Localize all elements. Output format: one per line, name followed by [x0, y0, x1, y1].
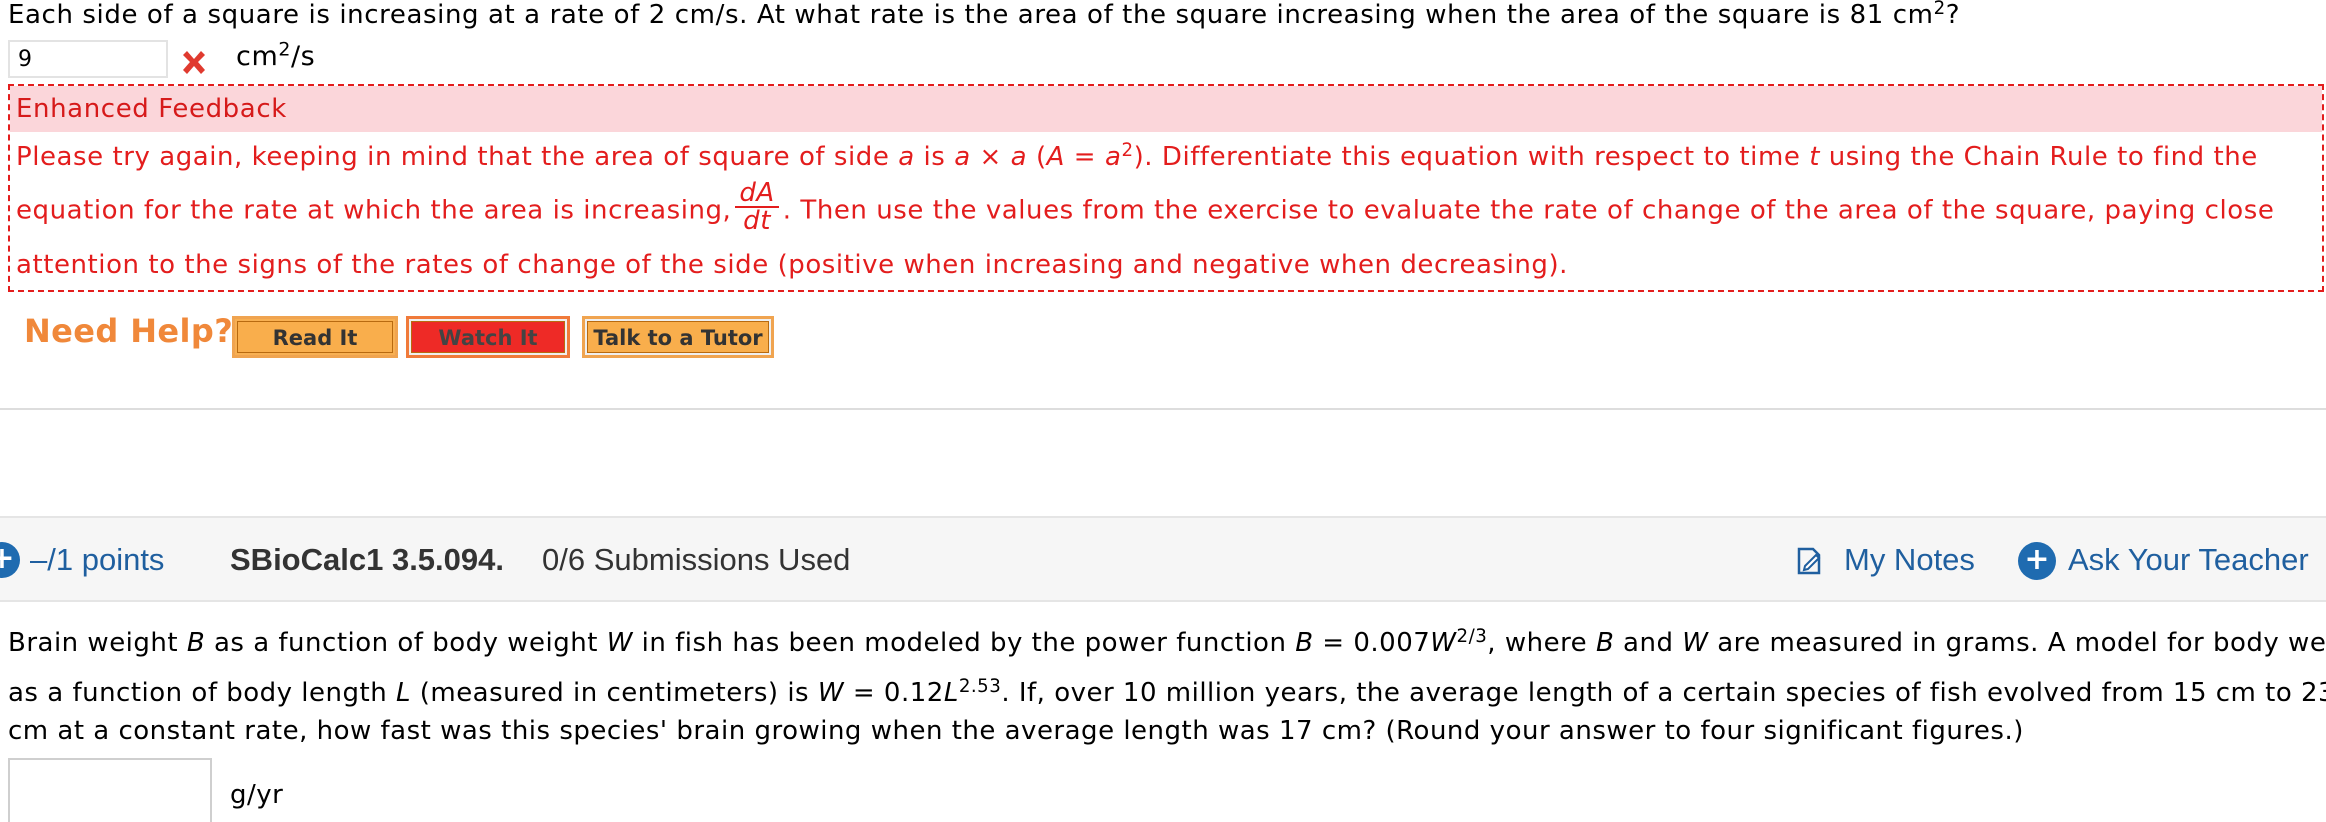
feedback-line-1: Please try again, keeping in mind that t…: [16, 139, 2258, 172]
question-id: SBioCalc1 3.5.094.: [230, 542, 504, 577]
ask-teacher-plus-icon[interactable]: +: [2018, 542, 2056, 580]
feedback-line-3: attention to the signs of the rates of c…: [16, 250, 1568, 280]
notes-icon[interactable]: [1794, 546, 1824, 576]
question-2-line-3: cm at a constant rate, how fast was this…: [8, 716, 2024, 746]
question-1-text: Each side of a square is increasing at a…: [8, 0, 1961, 30]
feedback-line-2: equation for the rate at which the area …: [16, 178, 2275, 236]
incorrect-x-icon: [183, 51, 205, 74]
answer-input-q1[interactable]: [8, 40, 168, 78]
submissions-used: 0/6 Submissions Used: [542, 542, 851, 577]
unit-label-q1: cm2/s: [236, 38, 316, 72]
question-2-line-1: Brain weight B as a function of body wei…: [8, 625, 2326, 658]
watch-it-button[interactable]: Watch It: [406, 316, 570, 358]
question-2-header: + –/1 points SBioCalc1 3.5.094. 0/6 Subm…: [0, 516, 2326, 602]
derivative-fraction: dA dt: [735, 180, 779, 234]
section-divider: [0, 408, 2326, 410]
read-it-button[interactable]: Read It: [232, 316, 398, 358]
ask-your-teacher-link[interactable]: Ask Your Teacher: [2068, 542, 2309, 578]
unit-label-q2: g/yr: [230, 780, 284, 810]
question-2-line-2: as a function of body length L (measured…: [8, 675, 2326, 708]
enhanced-feedback-box: Enhanced Feedback Please try again, keep…: [8, 84, 2324, 292]
answer-input-q2[interactable]: [8, 758, 212, 822]
points-label: –/1 points: [30, 542, 165, 577]
need-help-label: Need Help?: [24, 312, 234, 350]
expand-plus-icon[interactable]: +: [0, 542, 20, 578]
my-notes-link[interactable]: My Notes: [1844, 542, 1975, 578]
talk-to-tutor-button[interactable]: Talk to a Tutor: [582, 316, 774, 358]
feedback-title: Enhanced Feedback: [10, 86, 2322, 132]
